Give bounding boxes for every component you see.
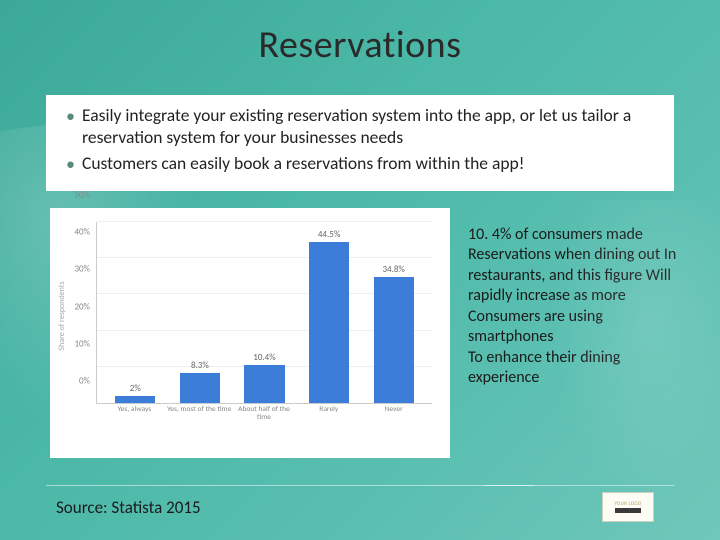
bar-value-label: 44.5% [318,229,340,240]
x-tick: Never [361,406,426,423]
bar-group: 2% [103,222,168,403]
bar [115,396,155,403]
bullet-item: Easily integrate your existing reservati… [60,105,660,149]
page-title: Reservations [0,0,720,68]
bar-group: 34.8% [361,222,426,403]
chart-container: Share of respondents 0% 10% 20% 30% 40% … [50,208,450,458]
x-tick: About half of the time [232,406,297,423]
y-tick: 20% [60,301,90,312]
bar [374,277,414,403]
x-tick: Rarely [296,406,361,423]
x-tick: Yes, most of the time [167,406,232,423]
source-label: Source: Statista 2015 [56,497,201,518]
footer-divider [46,485,674,486]
bar-group: 44.5% [297,222,362,403]
logo-placeholder: YOUR LOGO [602,492,654,522]
bar [244,365,284,403]
x-tick: Yes, always [102,406,167,423]
bar-group: 10.4% [232,222,297,403]
y-tick: 30% [60,264,90,275]
bars: 2% 8.3% 10.4% 44.5% 34.8% [97,222,432,403]
y-tick: 40% [60,227,90,238]
logo-text: YOUR LOGO [614,501,641,507]
bar-value-label: 2% [130,383,141,394]
y-axis: Share of respondents 0% 10% 20% 30% 40% … [60,218,90,404]
x-axis: Yes, always Yes, most of the time About … [96,406,432,423]
bar-group: 8.3% [168,222,233,403]
bullet-item: Customers can easily book a reservations… [60,153,660,175]
bar-value-label: 8.3% [191,360,209,371]
plot-area: 2% 8.3% 10.4% 44.5% 34.8% [96,222,432,404]
y-tick: 10% [60,338,90,349]
bar [180,373,220,403]
side-caption: 10. 4% of consumers made Reservations wh… [468,225,686,389]
bar-value-label: 34.8% [382,264,404,275]
bullet-panel: Easily integrate your existing reservati… [46,95,674,191]
bullet-list: Easily integrate your existing reservati… [60,105,660,175]
bar [309,242,349,403]
logo-bar-icon [615,508,641,513]
bar-chart: Share of respondents 0% 10% 20% 30% 40% … [56,218,440,428]
y-tick: 0% [60,376,90,387]
bar-value-label: 10.4% [253,352,275,363]
y-tick: 50% [60,190,90,201]
